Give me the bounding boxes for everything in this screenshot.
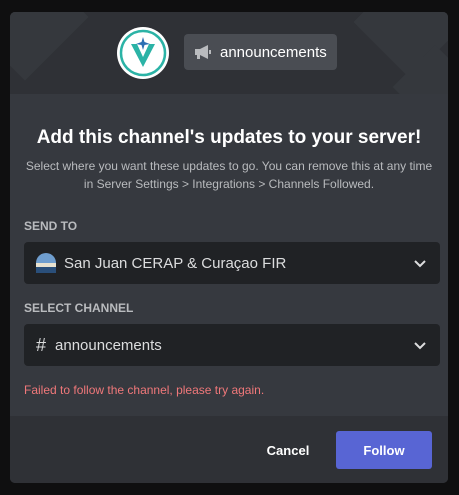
error-message: Failed to follow the channel, please try… [24,383,265,397]
follow-channel-modal: announcements Add this channel's updates… [10,12,448,483]
follow-button[interactable]: Follow [336,431,432,469]
airplane-icon [119,29,167,77]
modal-description: Select where you want these updates to g… [25,159,433,191]
chevron-down-icon [414,260,426,268]
send-to-value: San Juan CERAP & Curaçao FIR [64,254,287,272]
megaphone-icon [195,45,211,59]
banner-decoration [10,12,89,81]
server-logo [117,27,169,79]
modal-title: Add this channel's updates to your serve… [36,127,422,148]
channel-pill: announcements [184,34,337,70]
select-channel-label: SELECT CHANNEL [24,301,134,315]
select-channel-value: announcements [55,336,162,354]
chevron-down-icon [414,342,426,350]
send-to-label: SEND TO [24,219,78,233]
send-to-select[interactable]: San Juan CERAP & Curaçao FIR [24,242,440,284]
server-avatar-icon [36,253,56,273]
modal-footer: Cancel Follow [10,416,448,483]
modal-banner: announcements [10,12,448,94]
cancel-button[interactable]: Cancel [252,438,324,462]
channel-pill-label: announcements [220,43,327,61]
hash-icon: # [36,334,47,355]
select-channel-select[interactable]: # announcements [24,324,440,366]
